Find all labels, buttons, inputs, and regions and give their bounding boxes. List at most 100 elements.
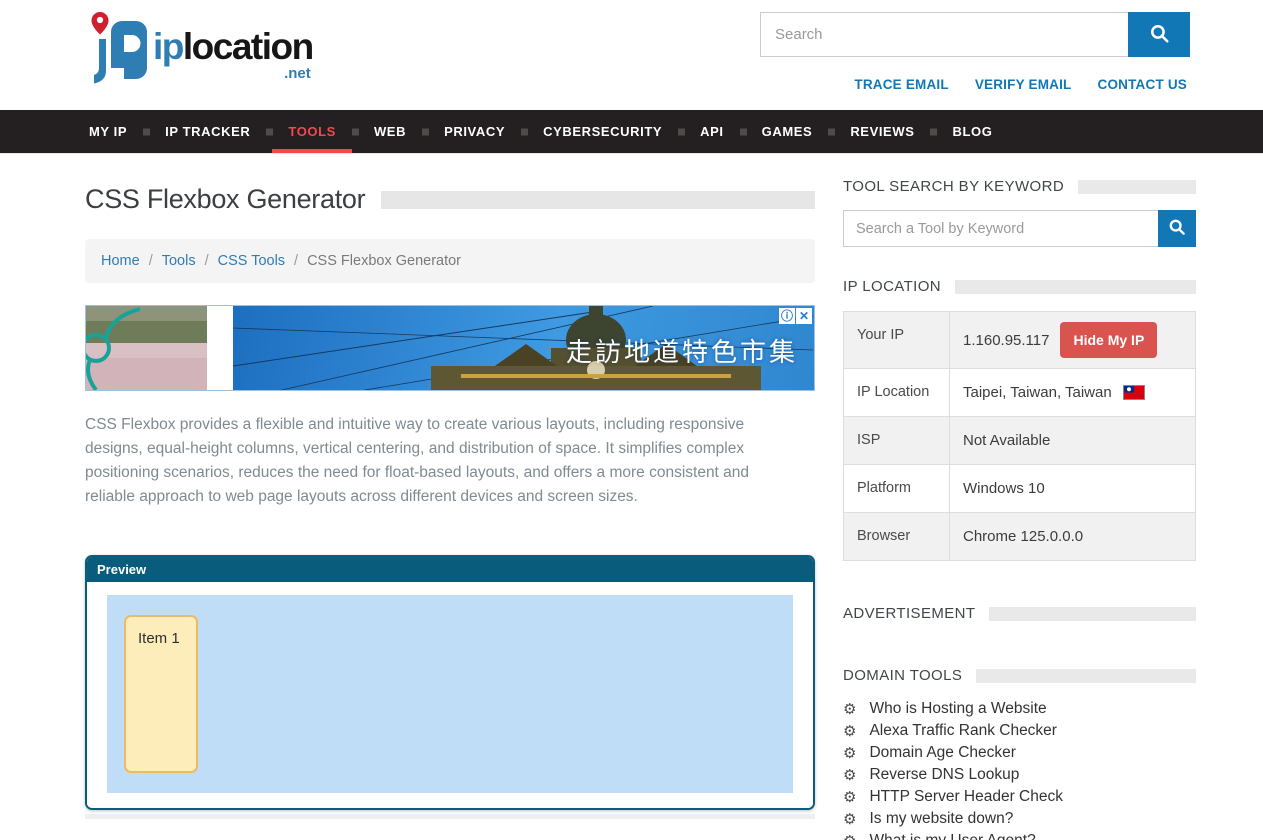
nav-item[interactable]: REVIEWS xyxy=(831,110,933,153)
breadcrumb-link[interactable]: Tools xyxy=(162,253,196,269)
ip-row-value: Windows 10 xyxy=(963,480,1045,497)
gear-icon: ⚙ xyxy=(843,834,856,840)
ad-close-icon[interactable]: ✕ xyxy=(796,308,812,324)
domain-tool-label: Who is Hosting a Website xyxy=(869,701,1046,717)
logo-ip-pin-icon xyxy=(85,10,149,97)
domain-tool-link[interactable]: ⚙ Who is Hosting a Website xyxy=(843,701,1196,717)
domain-tool-link[interactable]: ⚙ Domain Age Checker xyxy=(843,745,1196,761)
ip-table-row: Browser Chrome 125.0.0.0 xyxy=(844,513,1195,560)
nav-item[interactable]: IP TRACKER xyxy=(146,110,269,153)
gear-icon: ⚙ xyxy=(843,768,856,783)
ad-main-image[interactable]: 走訪地道特色市集 ⓘ ✕ xyxy=(233,306,814,390)
flex-preview-item: Item 1 xyxy=(124,615,198,773)
header-link[interactable]: CONTACT US xyxy=(1098,77,1188,92)
main-content: CSS Flexbox Generator Home / Tools / CSS… xyxy=(85,178,1196,840)
ip-row-label: Browser xyxy=(844,513,950,560)
domain-tools-list: ⚙ Who is Hosting a Website ⚙ Alexa Traff… xyxy=(843,701,1196,840)
tool-search-button[interactable] xyxy=(1158,210,1196,247)
breadcrumb-separator: / xyxy=(149,253,153,269)
gear-icon: ⚙ xyxy=(843,790,856,805)
tool-search-heading: TOOL SEARCH BY KEYWORD xyxy=(843,178,1064,195)
ip-row-label: ISP xyxy=(844,417,950,464)
search-icon xyxy=(1168,218,1186,239)
logo-ip-text: ip xyxy=(153,26,183,67)
domain-tool-link[interactable]: ⚙ HTTP Server Header Check xyxy=(843,789,1196,805)
ad-banner: 走訪地道特色市集 ⓘ ✕ xyxy=(85,305,815,391)
gear-icon: ⚙ xyxy=(843,724,856,739)
breadcrumb-link[interactable]: CSS Flexbox Generator xyxy=(307,253,461,269)
ip-row-value-cell: Taipei, Taiwan, Taiwan xyxy=(950,369,1195,416)
logo-location-text: location xyxy=(183,26,313,67)
tool-description: CSS Flexbox provides a flexible and intu… xyxy=(85,413,791,509)
ip-row-value: Chrome 125.0.0.0 xyxy=(963,528,1083,545)
page-title: CSS Flexbox Generator xyxy=(85,184,365,215)
heading-decorative-bar xyxy=(955,280,1196,294)
ad-overlay-text: 走訪地道特色市集 xyxy=(566,332,798,369)
header-search-input[interactable] xyxy=(760,12,1128,57)
nav-item-label: PRIVACY xyxy=(444,124,505,139)
ad-choice-icons: ⓘ ✕ xyxy=(779,308,812,324)
breadcrumb-item: Home xyxy=(101,253,140,269)
nav-item-label: BLOG xyxy=(952,124,992,139)
nav-item[interactable]: WEB xyxy=(355,110,425,153)
ip-location-table: Your IP 1.160.95.117 Hide My IP IP Locat… xyxy=(843,311,1196,561)
breadcrumb-link[interactable]: Home xyxy=(101,253,140,269)
preview-panel-body: Item 1 xyxy=(87,582,813,808)
title-decorative-bar xyxy=(381,191,815,209)
ad-info-icon[interactable]: ⓘ xyxy=(779,308,795,324)
tool-search-heading-row: TOOL SEARCH BY KEYWORD xyxy=(843,178,1196,195)
domain-tool-link[interactable]: ⚙ What is my User Agent? xyxy=(843,833,1196,840)
nav-item-label: WEB xyxy=(374,124,406,139)
breadcrumb: Home / Tools / CSS Tools / CSS Flexbox G… xyxy=(85,239,815,283)
ad-gap xyxy=(207,306,233,390)
logo-net-text: .net xyxy=(153,66,313,81)
ip-row-label: IP Location xyxy=(844,369,950,416)
nav-item[interactable]: BLOG xyxy=(933,110,1011,153)
heading-decorative-bar xyxy=(1078,180,1196,194)
heading-decorative-bar xyxy=(989,607,1196,621)
heading-decorative-bar xyxy=(976,669,1196,683)
nav-item[interactable]: GAMES xyxy=(743,110,832,153)
domain-tool-label: Is my website down? xyxy=(869,811,1013,827)
domain-tool-link[interactable]: ⚙ Reverse DNS Lookup xyxy=(843,767,1196,783)
nav-item-label: CYBERSECURITY xyxy=(543,124,662,139)
breadcrumb-item: / CSS Tools xyxy=(196,253,285,269)
gear-icon: ⚙ xyxy=(843,746,856,761)
header-search-button[interactable] xyxy=(1128,12,1190,57)
ip-row-value: 1.160.95.117 xyxy=(963,332,1049,349)
nav-item[interactable]: PRIVACY xyxy=(425,110,524,153)
sidebar: TOOL SEARCH BY KEYWORD IP LOCATION xyxy=(843,178,1196,840)
domain-tools-heading: DOMAIN TOOLS xyxy=(843,667,962,684)
gear-icon: ⚙ xyxy=(843,812,856,827)
ad-left-image[interactable] xyxy=(86,306,207,390)
header-link[interactable]: VERIFY EMAIL xyxy=(975,77,1072,92)
ip-row-value-cell: Chrome 125.0.0.0 xyxy=(950,513,1195,560)
breadcrumb-separator: / xyxy=(294,253,298,269)
search-icon xyxy=(1149,23,1170,47)
ip-row-value-cell: Windows 10 xyxy=(950,465,1195,512)
header-link[interactable]: TRACE EMAIL xyxy=(854,77,948,92)
preview-panel: Preview Item 1 xyxy=(85,555,815,810)
ip-table-row: Platform Windows 10 xyxy=(844,465,1195,513)
domain-tool-label: Domain Age Checker xyxy=(869,745,1015,761)
domain-tool-link[interactable]: ⚙ Is my website down? xyxy=(843,811,1196,827)
nav-item[interactable]: API xyxy=(681,110,742,153)
content-column: CSS Flexbox Generator Home / Tools / CSS… xyxy=(85,178,815,840)
nav-item-label: TOOLS xyxy=(288,124,336,139)
nav-item[interactable]: MY IP xyxy=(70,110,146,153)
domain-tool-label: Alexa Traffic Rank Checker xyxy=(869,723,1057,739)
ip-row-value: Taipei, Taiwan, Taiwan xyxy=(963,384,1112,401)
breadcrumb-link[interactable]: CSS Tools xyxy=(218,253,285,269)
logo-text: iplocation .net xyxy=(153,28,313,81)
ip-location-heading-row: IP LOCATION xyxy=(843,278,1196,295)
tool-search-input[interactable] xyxy=(843,210,1158,247)
nav-item[interactable]: TOOLS xyxy=(269,110,355,153)
ip-row-value-cell: Not Available xyxy=(950,417,1195,464)
domain-tool-label: What is my User Agent? xyxy=(869,833,1035,840)
header-search xyxy=(760,12,1190,57)
site-logo[interactable]: iplocation .net xyxy=(85,10,313,97)
hide-my-ip-button[interactable]: Hide My IP xyxy=(1060,322,1157,358)
domain-tool-link[interactable]: ⚙ Alexa Traffic Rank Checker xyxy=(843,723,1196,739)
page-title-row: CSS Flexbox Generator xyxy=(85,184,815,215)
nav-item[interactable]: CYBERSECURITY xyxy=(524,110,681,153)
